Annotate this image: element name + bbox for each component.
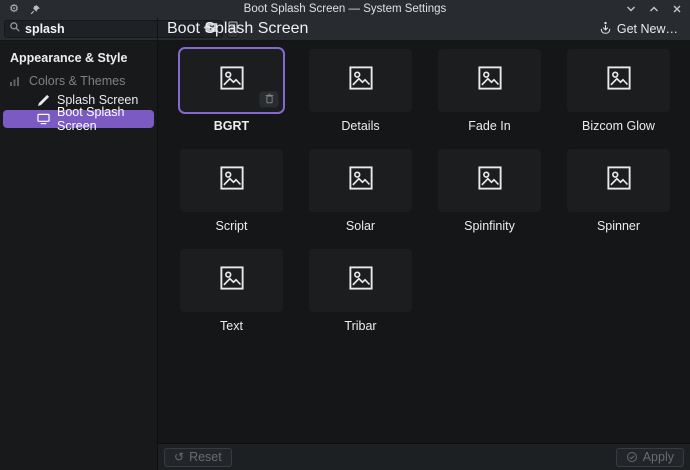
sidebar-item-boot-splash-screen[interactable]: Boot Splash Screen xyxy=(3,105,154,133)
theme-preview[interactable] xyxy=(438,49,541,112)
theme-preview[interactable] xyxy=(180,249,283,312)
search-icon xyxy=(9,20,21,38)
titlebar: ⚙ Boot Splash Screen — System Settings xyxy=(0,0,690,18)
delete-theme-button[interactable] xyxy=(259,91,279,108)
theme-tile-fade-in[interactable]: Fade In xyxy=(438,49,541,133)
theme-preview[interactable] xyxy=(438,149,541,212)
theme-tile-bgrt[interactable]: BGRT xyxy=(178,47,285,133)
theme-tile-details[interactable]: Details xyxy=(309,49,412,133)
theme-tile-spinner[interactable]: Spinner xyxy=(567,149,670,233)
maximize-icon[interactable] xyxy=(648,4,659,15)
pin-icon[interactable] xyxy=(29,3,41,15)
image-placeholder-icon xyxy=(604,63,634,98)
theme-label: Text xyxy=(220,319,243,333)
system-settings-window: ⚙ Boot Splash Screen — System Settings s… xyxy=(0,0,690,470)
window-title: Boot Splash Screen — System Settings xyxy=(243,3,447,15)
theme-preview[interactable] xyxy=(309,249,412,312)
theme-label: BGRT xyxy=(213,119,250,133)
footer-bar: ↺ Reset Apply xyxy=(158,443,690,470)
sidebar-section-header: Appearance & Style xyxy=(10,51,128,65)
theme-tile-solar[interactable]: Solar xyxy=(309,149,412,233)
sidebar: Appearance & Style Colors & Themes Splas… xyxy=(0,41,157,470)
theme-tile-tribar[interactable]: Tribar xyxy=(309,249,412,333)
image-placeholder-icon xyxy=(217,163,247,198)
theme-label: Solar xyxy=(345,219,376,233)
theme-grid: BGRT Details Fade In Bizcom Glow Script … xyxy=(158,41,690,443)
theme-tile-bizcom-glow[interactable]: Bizcom Glow xyxy=(567,49,670,133)
sidebar-item-colors-themes: Colors & Themes xyxy=(3,72,154,90)
theme-tile-text[interactable]: Text xyxy=(180,249,283,333)
reset-button[interactable]: ↺ Reset xyxy=(164,447,232,467)
theme-tile-script[interactable]: Script xyxy=(180,149,283,233)
image-placeholder-icon xyxy=(346,63,376,98)
image-placeholder-icon xyxy=(217,63,247,98)
theme-preview[interactable] xyxy=(180,149,283,212)
image-placeholder-icon xyxy=(475,63,505,98)
theme-tile-spinfinity[interactable]: Spinfinity xyxy=(438,149,541,233)
image-placeholder-icon xyxy=(475,163,505,198)
gear-icon[interactable]: ⚙ xyxy=(8,3,20,15)
theme-label: Details xyxy=(341,119,380,133)
minimize-icon[interactable] xyxy=(625,4,636,15)
brush-icon xyxy=(36,93,50,107)
undo-icon: ↺ xyxy=(174,450,185,464)
apply-button[interactable]: Apply xyxy=(615,447,684,467)
colors-themes-icon xyxy=(8,74,22,88)
theme-label: Tribar xyxy=(344,319,377,333)
theme-preview[interactable] xyxy=(567,149,670,212)
sidebar-item-label: Colors & Themes xyxy=(29,74,126,88)
get-new-label: Get New… xyxy=(616,22,678,36)
theme-preview[interactable] xyxy=(567,49,670,112)
image-placeholder-icon xyxy=(346,163,376,198)
theme-preview[interactable] xyxy=(309,149,412,212)
theme-label: Script xyxy=(215,219,248,233)
theme-label: Bizcom Glow xyxy=(582,119,655,133)
image-placeholder-icon xyxy=(217,263,247,298)
image-placeholder-icon xyxy=(346,263,376,298)
trash-icon xyxy=(265,91,274,109)
download-icon xyxy=(599,21,612,38)
theme-label: Spinfinity xyxy=(464,219,515,233)
page-title: Boot Splash Screen xyxy=(167,20,309,37)
sidebar-item-label: Boot Splash Screen xyxy=(57,105,125,133)
image-placeholder-icon xyxy=(604,163,634,198)
reset-label: Reset xyxy=(189,450,222,464)
apply-label: Apply xyxy=(642,450,674,464)
theme-preview[interactable] xyxy=(178,47,285,114)
theme-label: Spinner xyxy=(596,219,641,233)
get-new-button[interactable]: Get New… xyxy=(595,19,682,40)
theme-preview[interactable] xyxy=(309,49,412,112)
theme-label: Fade In xyxy=(468,119,511,133)
close-icon[interactable] xyxy=(671,4,682,15)
apply-check-icon xyxy=(626,451,638,463)
monitor-icon xyxy=(36,112,50,126)
top-band: Boot Splash Screen Get New… xyxy=(0,18,690,41)
